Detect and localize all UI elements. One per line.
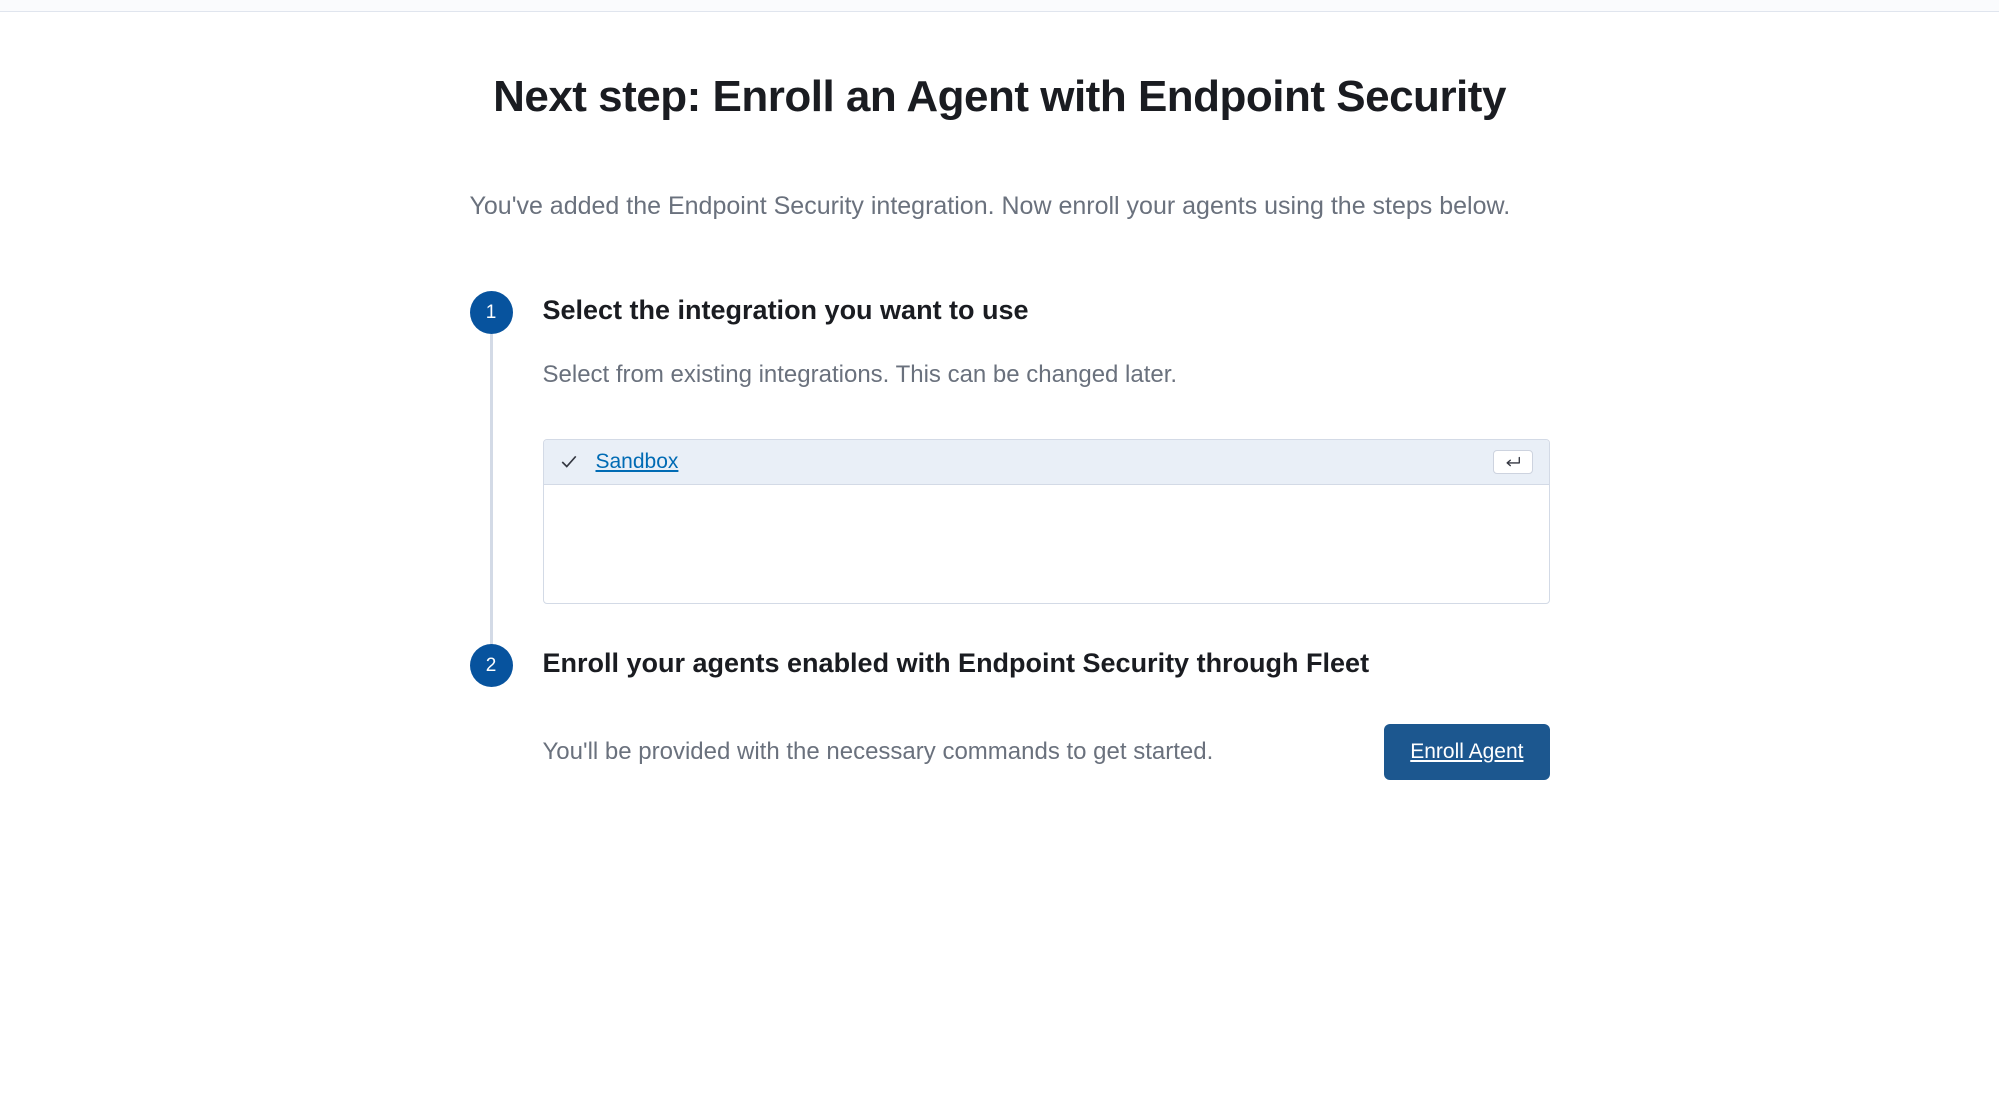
step-2-row: You'll be provided with the necessary co… bbox=[543, 724, 1550, 780]
check-icon bbox=[560, 453, 578, 471]
return-icon bbox=[1504, 455, 1522, 469]
combobox-option-left: Sandbox bbox=[560, 450, 679, 474]
integration-combobox[interactable]: Sandbox bbox=[543, 439, 1550, 604]
step-1-description: Select from existing integrations. This … bbox=[543, 361, 1550, 389]
step-1-content: Select the integration you want to use S… bbox=[513, 291, 1550, 644]
step-2-title: Enroll your agents enabled with Endpoint… bbox=[543, 648, 1550, 679]
step-1: 1 Select the integration you want to use… bbox=[470, 291, 1550, 644]
step-1-title: Select the integration you want to use bbox=[543, 295, 1550, 326]
top-border bbox=[0, 0, 1999, 12]
step-2-marker: 2 bbox=[470, 644, 513, 687]
combobox-option-sandbox[interactable]: Sandbox bbox=[544, 440, 1549, 485]
step-1-marker: 1 bbox=[470, 291, 513, 334]
enroll-agent-button[interactable]: Enroll Agent bbox=[1384, 724, 1549, 780]
return-key-badge bbox=[1493, 450, 1533, 474]
main-container: Next step: Enroll an Agent with Endpoint… bbox=[360, 12, 1640, 840]
steps-list: 1 Select the integration you want to use… bbox=[450, 291, 1550, 780]
page-subtitle: You've added the Endpoint Security integ… bbox=[450, 192, 1550, 221]
combobox-option-label[interactable]: Sandbox bbox=[596, 450, 679, 474]
step-2-description: You'll be provided with the necessary co… bbox=[543, 738, 1214, 766]
step-connector bbox=[490, 334, 493, 684]
page-title: Next step: Enroll an Agent with Endpoint… bbox=[400, 72, 1600, 122]
step-2-content: Enroll your agents enabled with Endpoint… bbox=[513, 644, 1550, 780]
step-2: 2 Enroll your agents enabled with Endpoi… bbox=[470, 644, 1550, 780]
